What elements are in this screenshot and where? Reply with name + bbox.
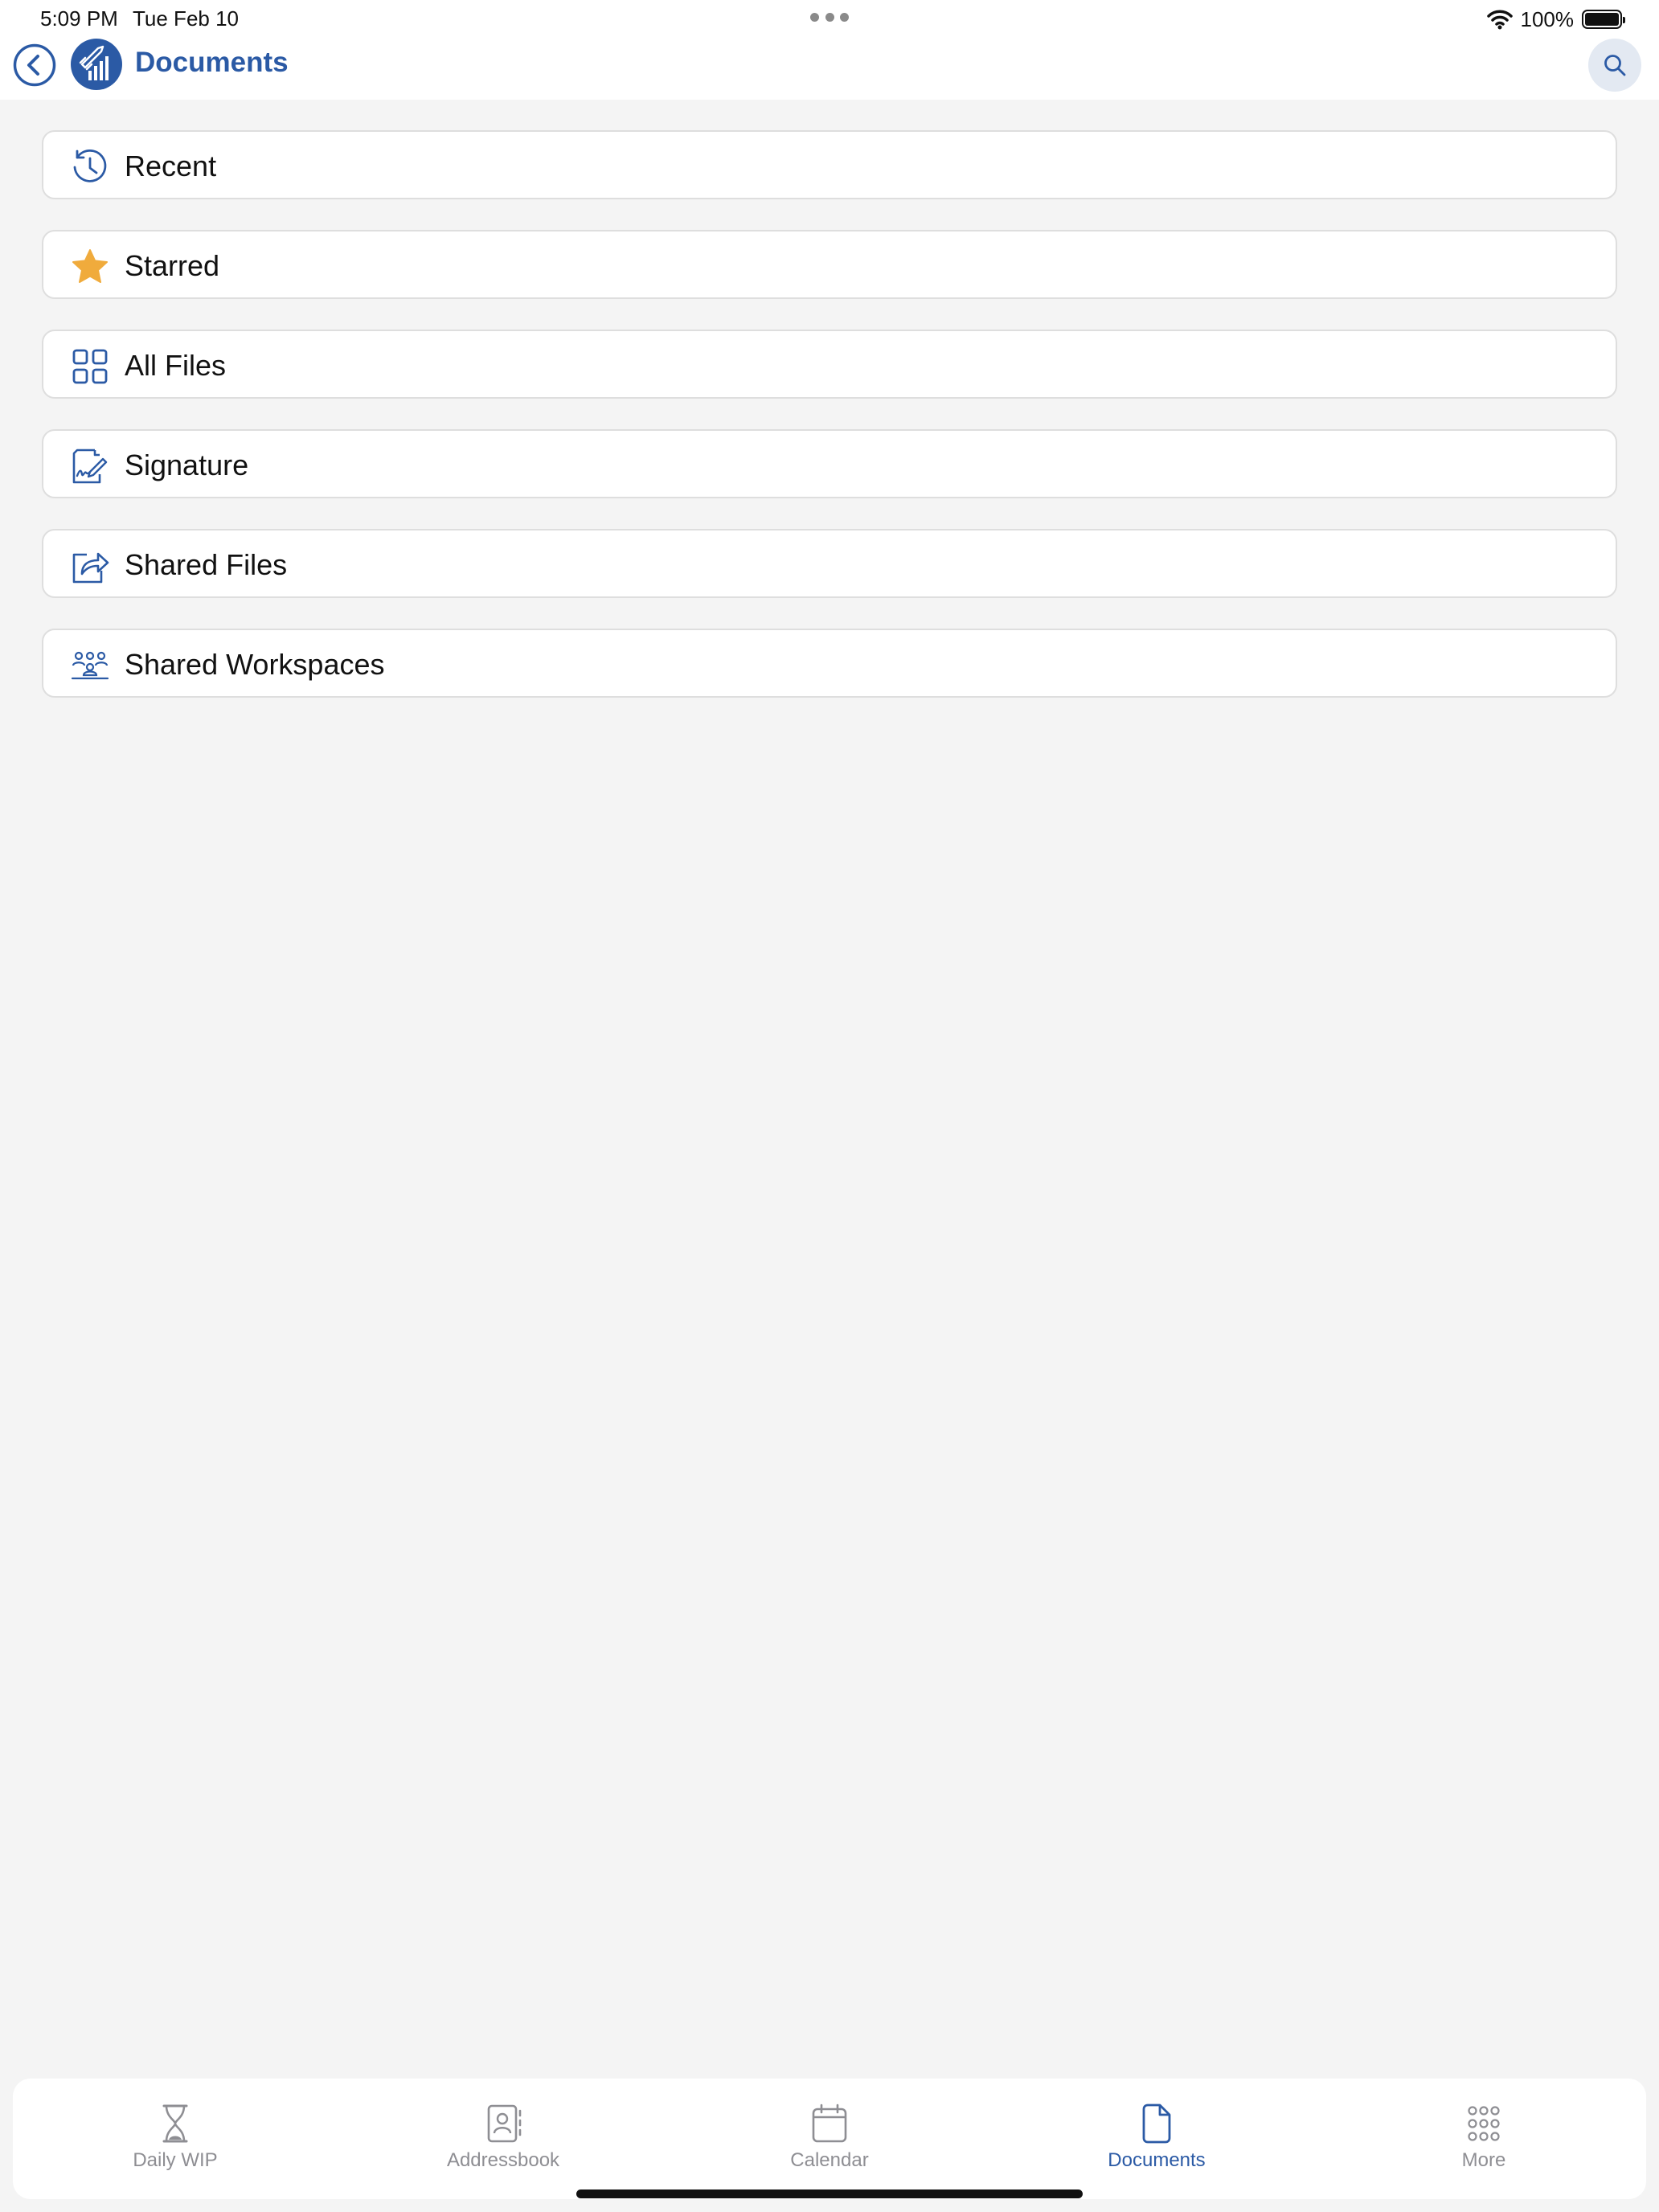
tab-label: Calendar bbox=[790, 2149, 869, 2171]
wifi-icon bbox=[1486, 10, 1513, 30]
search-button[interactable] bbox=[1588, 39, 1641, 92]
workspaces-icon bbox=[71, 651, 109, 680]
tab-bar: Daily WIP Addressbook Calendar Documents bbox=[13, 2079, 1646, 2199]
list-item-all-files[interactable]: All Files bbox=[42, 330, 1617, 399]
tab-daily-wip[interactable]: Daily WIP bbox=[79, 2079, 272, 2199]
page-title: Documents bbox=[135, 47, 289, 78]
tab-label: More bbox=[1461, 2149, 1506, 2171]
addressbook-icon bbox=[487, 2104, 522, 2143]
list-item-shared-workspaces[interactable]: Shared Workspaces bbox=[42, 629, 1617, 698]
tab-addressbook[interactable]: Addressbook bbox=[407, 2079, 600, 2199]
battery-icon bbox=[1582, 10, 1625, 29]
tab-label: Daily WIP bbox=[133, 2149, 218, 2171]
back-button[interactable] bbox=[13, 43, 56, 87]
documents-menu-list: Recent Starred All Files Signature Share… bbox=[42, 130, 1617, 728]
star-icon bbox=[72, 249, 108, 283]
calendar-icon bbox=[812, 2103, 847, 2143]
status-indicators: 100% bbox=[1486, 5, 1625, 34]
battery-percentage: 100% bbox=[1520, 6, 1575, 31]
chevron-left-icon bbox=[13, 43, 56, 87]
share-icon bbox=[72, 552, 109, 584]
grid-icon bbox=[72, 349, 108, 384]
list-item-label: Shared Workspaces bbox=[125, 648, 385, 681]
signature-icon bbox=[72, 449, 108, 484]
app-logo bbox=[71, 39, 122, 90]
list-item-label: Shared Files bbox=[125, 548, 288, 581]
list-item-shared-files[interactable]: Shared Files bbox=[42, 529, 1617, 598]
more-grid-icon bbox=[1468, 2106, 1500, 2141]
list-item-label: Starred bbox=[125, 249, 220, 282]
tab-more[interactable]: More bbox=[1387, 2079, 1580, 2199]
search-icon bbox=[1604, 55, 1626, 76]
list-item-label: Signature bbox=[125, 449, 249, 481]
status-time: 5:09 PM bbox=[40, 6, 118, 31]
home-indicator[interactable] bbox=[576, 2189, 1083, 2198]
header: Documents bbox=[0, 39, 1659, 100]
tab-label: Addressbook bbox=[446, 2149, 560, 2171]
tab-documents[interactable]: Documents bbox=[1060, 2079, 1253, 2199]
list-item-label: Recent bbox=[125, 150, 217, 182]
status-bar: 5:09 PM Tue Feb 10 100% bbox=[0, 0, 1659, 39]
list-item-signature[interactable]: Signature bbox=[42, 429, 1617, 498]
status-date: Tue Feb 10 bbox=[133, 6, 240, 31]
rocket-chart-logo-icon bbox=[79, 45, 109, 80]
tab-label: Documents bbox=[1108, 2149, 1206, 2171]
list-item-recent[interactable]: Recent bbox=[42, 130, 1617, 199]
list-item-starred[interactable]: Starred bbox=[42, 230, 1617, 299]
multitasking-dots-icon[interactable] bbox=[810, 13, 849, 23]
hourglass-icon bbox=[162, 2104, 188, 2143]
history-icon bbox=[73, 149, 107, 182]
list-item-label: All Files bbox=[125, 349, 227, 382]
document-icon bbox=[1142, 2103, 1171, 2144]
tab-calendar[interactable]: Calendar bbox=[733, 2079, 926, 2199]
